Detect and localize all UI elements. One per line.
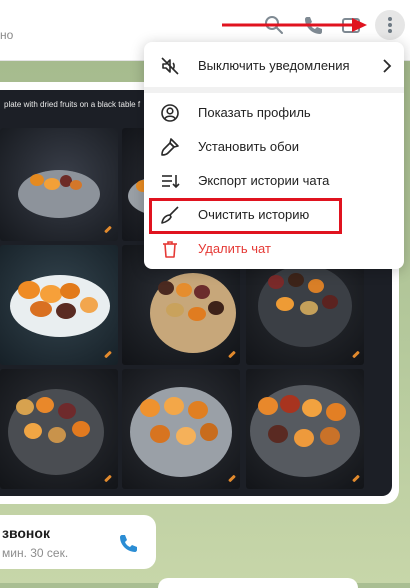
annotation-arrow	[222, 18, 367, 32]
media-thumbnail[interactable]	[246, 369, 364, 489]
profile-icon	[160, 103, 180, 123]
menu-item-delete-chat[interactable]: Удалить чат	[144, 233, 404, 265]
chat-status: но	[0, 28, 14, 42]
menu-divider	[144, 87, 404, 93]
phone-icon[interactable]	[118, 533, 138, 553]
menu-item-export-history[interactable]: Экспорт истории чата	[144, 165, 404, 197]
chat-context-menu: Выключить уведомления Показать профиль У…	[144, 42, 404, 269]
annotation-highlight-box	[149, 198, 342, 234]
media-thumbnail[interactable]	[0, 369, 118, 489]
more-vertical-icon[interactable]	[375, 10, 405, 40]
call-title: звонок	[2, 525, 50, 541]
media-thumbnail[interactable]	[0, 128, 118, 241]
menu-item-label: Удалить чат	[198, 241, 271, 256]
call-message[interactable]: звонок мин. 30 сек.	[0, 515, 156, 569]
menu-item-set-wallpaper[interactable]: Установить обои	[144, 131, 404, 163]
export-icon	[160, 171, 180, 191]
trash-icon	[160, 239, 180, 259]
menu-item-show-profile[interactable]: Показать профиль	[144, 97, 404, 129]
brush-icon	[160, 137, 180, 157]
mute-icon	[160, 56, 180, 76]
menu-item-mute[interactable]: Выключить уведомления	[144, 50, 404, 82]
next-message-bubble	[158, 578, 358, 588]
menu-item-label: Выключить уведомления	[198, 58, 350, 73]
menu-item-label: Установить обои	[198, 139, 300, 154]
chevron-right-icon	[383, 59, 392, 73]
image-caption: plate with dried fruits on a black table…	[4, 100, 141, 109]
media-thumbnail[interactable]	[122, 369, 240, 489]
menu-item-label: Показать профиль	[198, 105, 311, 120]
media-thumbnail[interactable]	[0, 245, 118, 365]
call-duration: мин. 30 сек.	[2, 546, 69, 560]
menu-item-label: Экспорт истории чата	[198, 173, 330, 188]
